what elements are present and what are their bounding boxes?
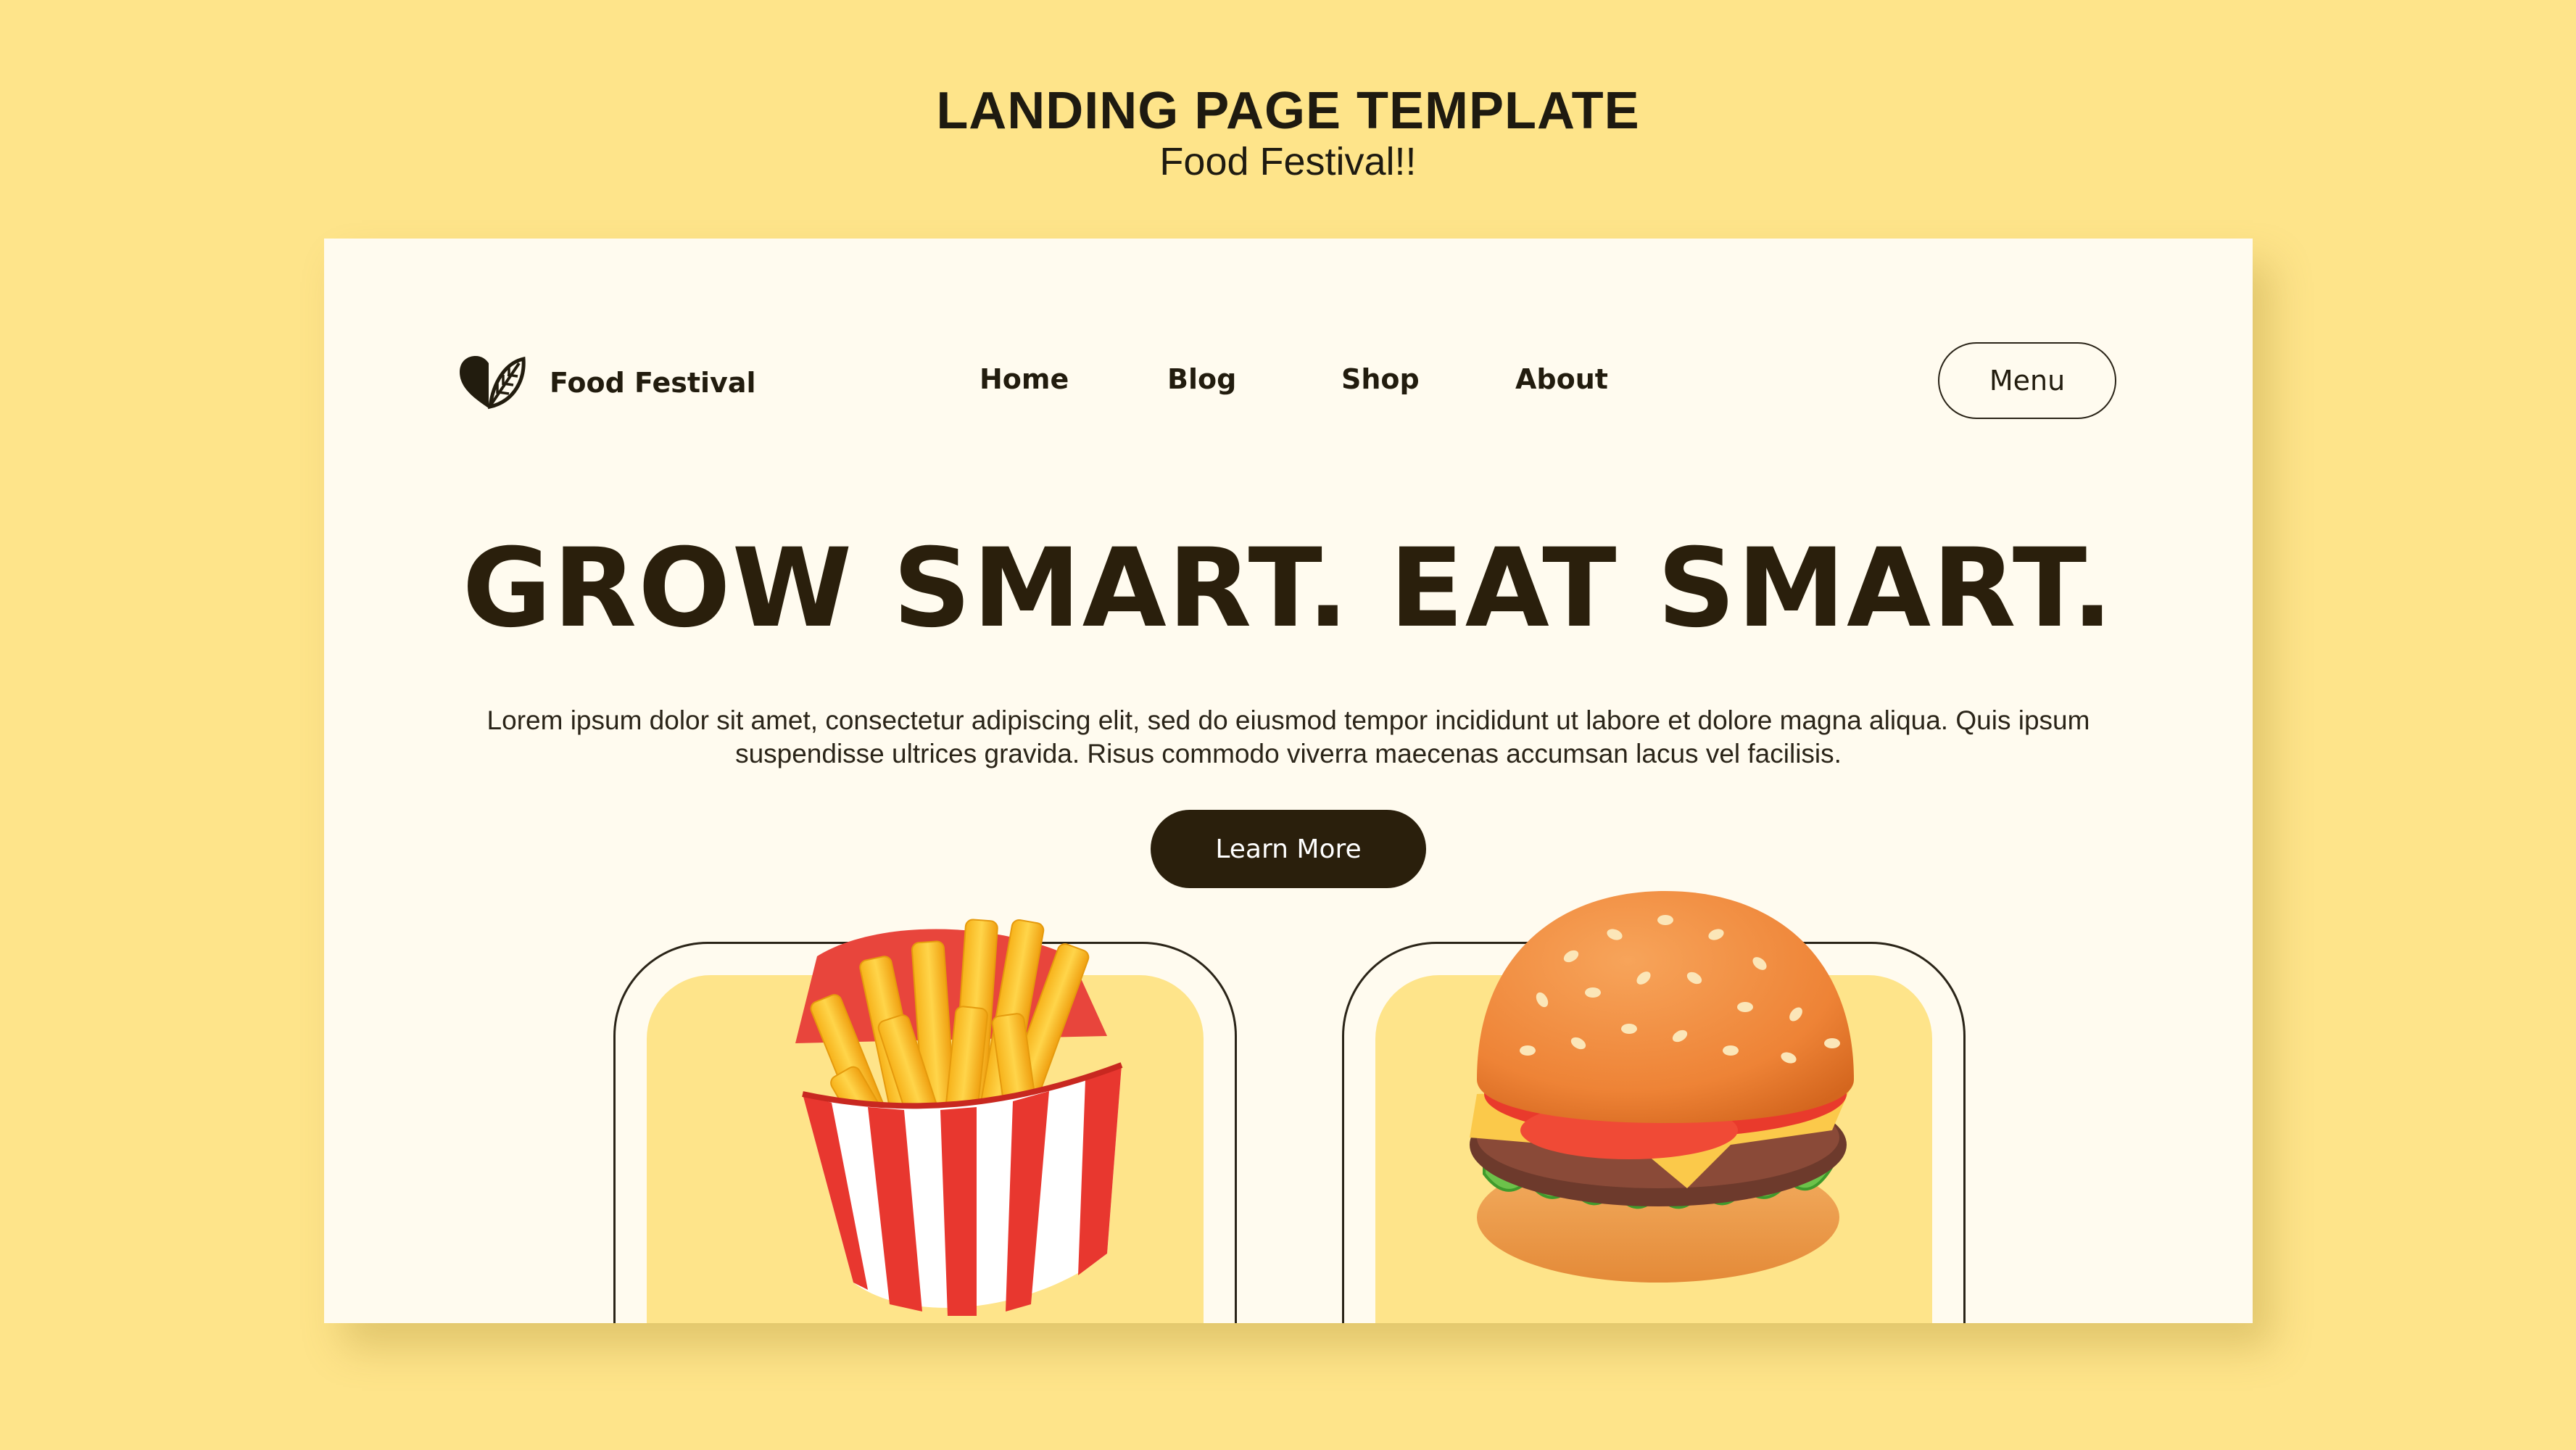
learn-more-button[interactable]: Learn More (1151, 810, 1426, 888)
burger-illustration (1470, 891, 1854, 1283)
landing-page-card: Food Festival Home Blog Shop About Menu … (324, 239, 2253, 1323)
hero-description: Lorem ipsum dolor sit amet, consectetur … (486, 705, 2090, 768)
french-fries-illustration (795, 919, 1123, 1316)
nav-home[interactable]: Home (980, 363, 1069, 395)
brand-name: Food Festival (550, 367, 756, 399)
nav-shop[interactable]: Shop (1341, 363, 1420, 395)
poster-title: LANDING PAGE TEMPLATE (936, 82, 1640, 140)
leaf-heart-icon (460, 356, 526, 410)
nav-about[interactable]: About (1515, 363, 1608, 395)
nav-blog[interactable]: Blog (1167, 363, 1236, 395)
menu-button[interactable]: Menu (1938, 342, 2116, 419)
brand-logo[interactable]: Food Festival (457, 355, 756, 411)
poster-subtitle: Food Festival!! (1159, 140, 1417, 183)
hero-headline: GROW SMART. EAT SMART. (462, 526, 2115, 652)
